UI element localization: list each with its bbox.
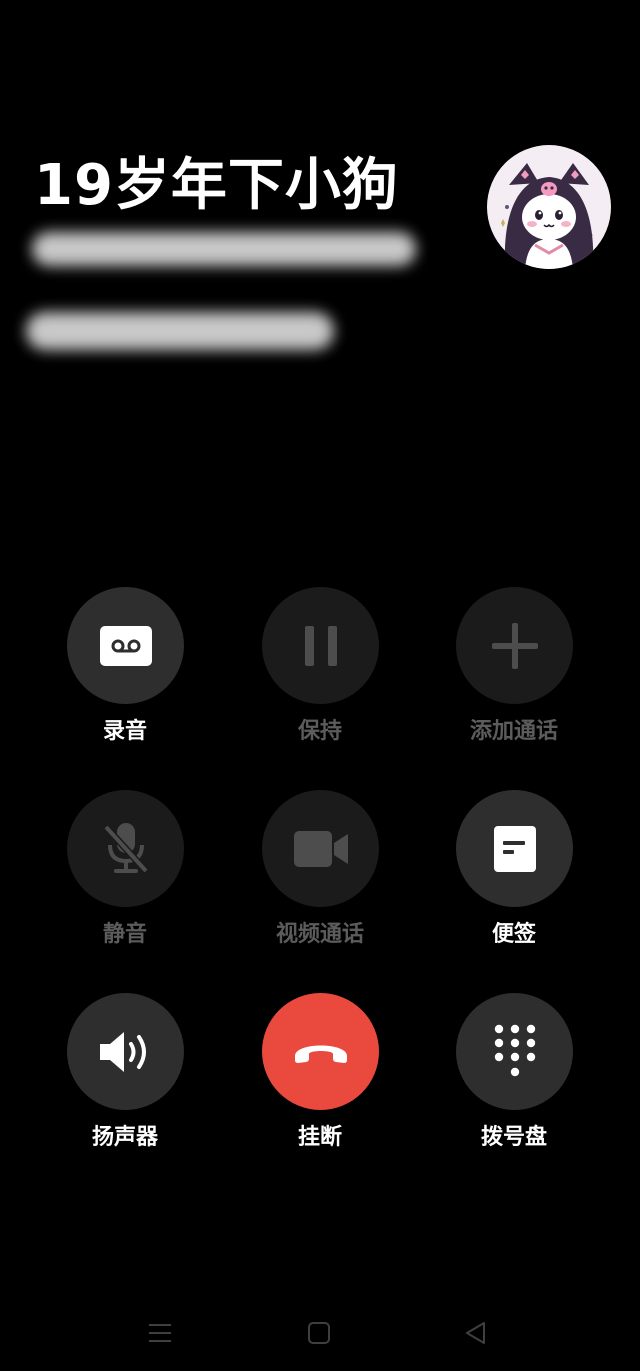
video-camera-icon [262,790,379,907]
pause-icon [262,587,379,704]
notes-button[interactable]: 便签 [434,790,594,960]
video-call-label: 视频通话 [275,922,364,947]
record-button[interactable]: 录音 [45,587,205,757]
hold-button[interactable]: 保持 [240,587,400,757]
home-square-icon[interactable] [304,1318,334,1348]
mute-button[interactable]: 静音 [45,790,205,960]
back-triangle-icon[interactable] [462,1318,492,1348]
plus-icon [456,587,573,704]
navigation-bar [0,1300,640,1364]
recorder-icon [67,587,184,704]
mute-label: 静音 [102,922,147,947]
record-label: 录音 [102,719,147,744]
caller-number-blurred [32,232,416,266]
hangup-button[interactable]: 挂断 [240,993,400,1163]
note-icon [456,790,573,907]
hangup-label: 挂断 [297,1125,342,1150]
dialpad-icon [456,993,573,1110]
add-call-button[interactable]: 添加通话 [434,587,594,757]
speaker-label: 扬声器 [91,1125,158,1150]
avatar [487,145,611,269]
add-call-label: 添加通话 [469,719,558,744]
notes-label: 便签 [491,922,536,947]
caller-location-blurred [26,312,334,350]
phone-hangup-icon [262,993,379,1110]
speaker-button[interactable]: 扬声器 [45,993,205,1163]
dialpad-label: 拨号盘 [480,1125,547,1150]
speaker-icon [67,993,184,1110]
video-call-button[interactable]: 视频通话 [240,790,400,960]
dialpad-button[interactable]: 拨号盘 [434,993,594,1163]
menu-icon[interactable] [145,1318,175,1348]
caller-name: 19岁年下小狗 [34,153,399,218]
hold-label: 保持 [297,719,342,744]
mic-off-icon [67,790,184,907]
